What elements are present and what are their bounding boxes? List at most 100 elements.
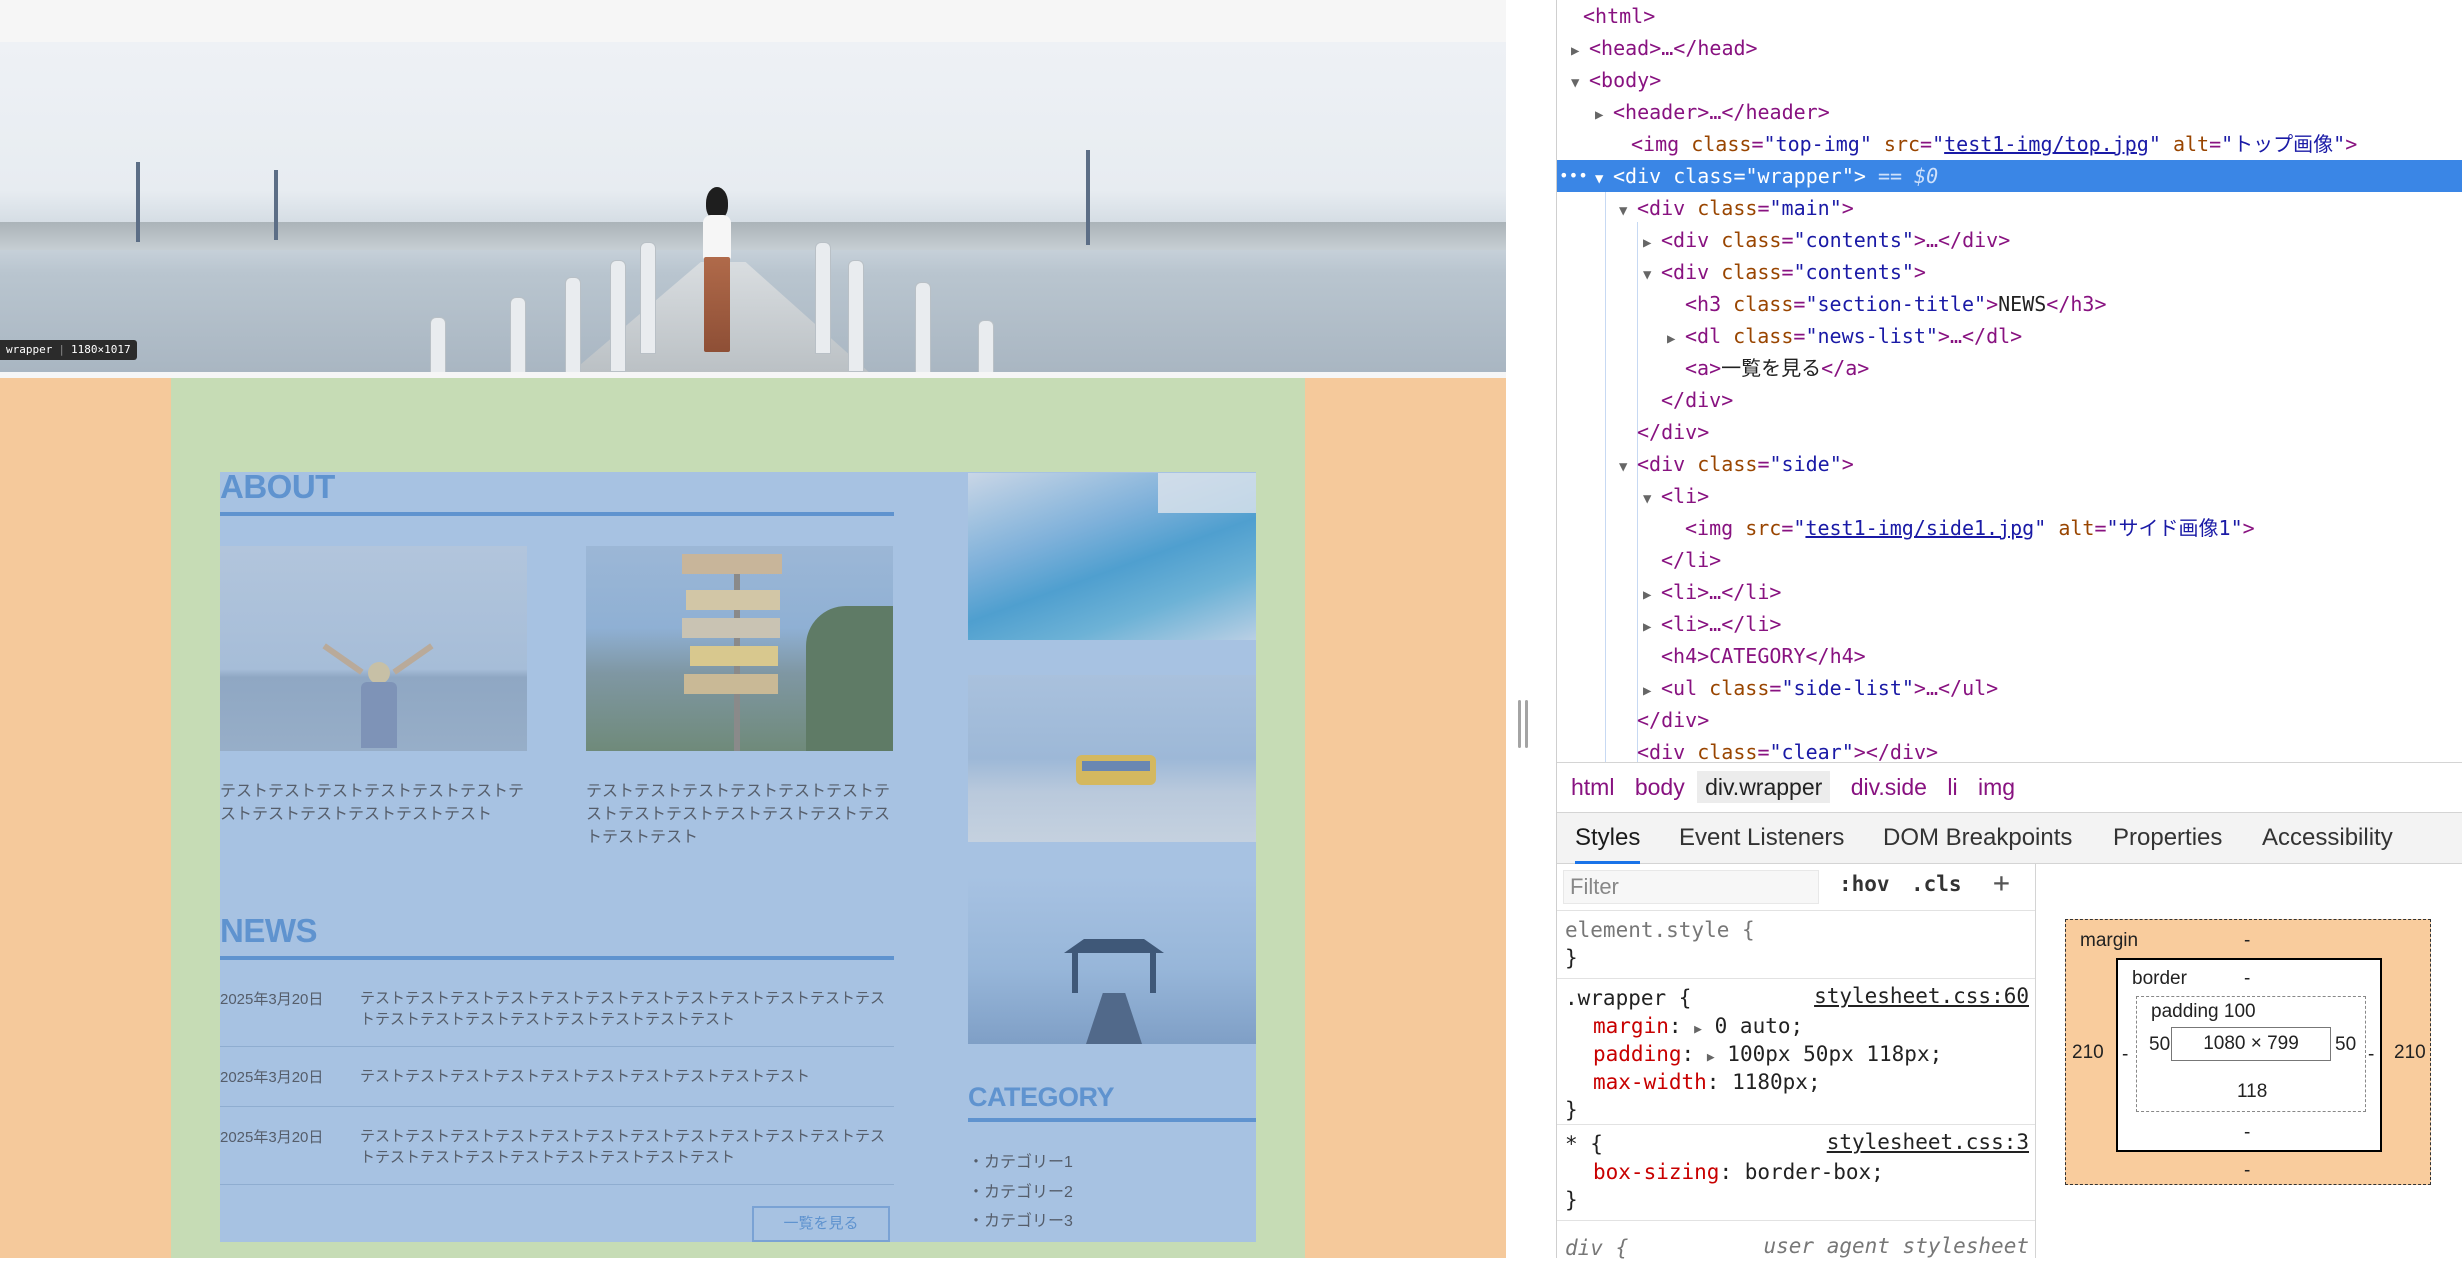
tab-properties[interactable]: Properties bbox=[2113, 813, 2222, 861]
margin-label: margin bbox=[2080, 930, 2139, 951]
expand-arrow-icon[interactable]: ▶ bbox=[1643, 611, 1661, 643]
tab-accessibility[interactable]: Accessibility bbox=[2262, 813, 2393, 861]
css-declaration[interactable]: padding: ▶ 100px 50px 118px; bbox=[1593, 1040, 1942, 1068]
padding-label: padding 100 bbox=[2151, 1001, 2256, 1022]
border-right-value[interactable]: - bbox=[2368, 1044, 2374, 1066]
rule-selector[interactable]: element.style { bbox=[1565, 916, 1755, 944]
dom-node-main[interactable]: ▼ <div class="main"> bbox=[1557, 192, 2462, 224]
dom-node-head[interactable]: ▶ <head>…</head> bbox=[1557, 32, 2462, 64]
new-rule-button[interactable]: + bbox=[1993, 866, 2010, 899]
dom-node-contents[interactable]: ▶ <div class="contents">…</div> bbox=[1557, 224, 2462, 256]
collapse-arrow-icon[interactable]: ▼ bbox=[1643, 483, 1661, 515]
dom-node-li[interactable]: ▼ <li> bbox=[1557, 480, 2462, 512]
box-model-border[interactable]: border - - - - padding 100 50 50 118 108… bbox=[2116, 958, 2382, 1152]
news-more-button[interactable]: 一覧を見る bbox=[752, 1206, 890, 1242]
box-model-margin[interactable]: margin - - 210 210 border - - - - paddin… bbox=[2065, 919, 2431, 1185]
collapse-arrow-icon[interactable]: ▼ bbox=[1571, 67, 1589, 99]
expand-arrow-icon[interactable]: ▶ bbox=[1595, 99, 1613, 131]
panel-resize-handle[interactable] bbox=[1518, 700, 1530, 748]
breadcrumb-item[interactable]: li bbox=[1947, 774, 1957, 800]
dom-src-link[interactable]: test1-img/side1.jpg bbox=[1805, 516, 2034, 540]
dom-node-clear[interactable]: <div class="clear"></div> bbox=[1557, 736, 2462, 762]
dom-close-div[interactable]: </div> bbox=[1557, 416, 2462, 448]
dom-attr-value: サイド画像1 bbox=[2118, 516, 2231, 540]
collapse-arrow-icon[interactable]: ▼ bbox=[1619, 451, 1637, 483]
box-model-padding[interactable]: padding 100 50 50 118 1080 × 799 bbox=[2136, 996, 2366, 1112]
css-declaration[interactable]: margin: ▶ 0 auto; bbox=[1593, 1012, 1803, 1040]
dom-node-html[interactable]: <html> bbox=[1557, 0, 2462, 32]
dom-close-div[interactable]: </div> bbox=[1557, 384, 2462, 416]
dom-node-h4[interactable]: <h4>CATEGORY</h4> bbox=[1557, 640, 2462, 672]
dom-node-side-img[interactable]: <img src="test1-img/side1.jpg" alt="サイド画… bbox=[1557, 512, 2462, 544]
collapse-arrow-icon[interactable]: ▼ bbox=[1619, 195, 1637, 227]
dom-attr-value: news-list bbox=[1817, 324, 1926, 348]
breadcrumb-item[interactable]: html bbox=[1571, 774, 1614, 800]
dom-text: </div> bbox=[1637, 708, 1710, 732]
expand-arrow-icon[interactable]: ▶ bbox=[1643, 227, 1661, 259]
dom-node-li[interactable]: ▶ <li>…</li> bbox=[1557, 608, 2462, 640]
news-item[interactable]: 2025年3月20日 テストテストテストテストテストテストテストテストテストテス… bbox=[220, 1066, 894, 1107]
rule-selector[interactable]: * { bbox=[1565, 1130, 1603, 1158]
dom-close-div[interactable]: </div> bbox=[1557, 704, 2462, 736]
dom-close-li[interactable]: </li> bbox=[1557, 544, 2462, 576]
news-item[interactable]: 2025年3月20日 テストテストテストテストテストテストテストテストテストテス… bbox=[220, 988, 894, 1047]
hover-state-toggle[interactable]: :hov bbox=[1839, 872, 1890, 896]
css-declaration[interactable]: max-width: 1180px; bbox=[1593, 1068, 1821, 1096]
margin-right-value[interactable]: 210 bbox=[2394, 1042, 2426, 1064]
breadcrumb-item[interactable]: body bbox=[1635, 774, 1685, 800]
breadcrumb-item-current[interactable]: div.wrapper bbox=[1697, 771, 1831, 803]
expand-arrow-icon[interactable]: ▶ bbox=[1643, 579, 1661, 611]
news-item[interactable]: 2025年3月20日 テストテストテストテストテストテストテストテストテストテス… bbox=[220, 1126, 894, 1185]
dom-text: <html> bbox=[1583, 4, 1656, 28]
border-bottom-value[interactable]: - bbox=[2244, 1122, 2250, 1144]
filter-input[interactable]: Filter bbox=[1563, 870, 1819, 904]
dom-src-link[interactable]: test1-img/top.jpg bbox=[1944, 132, 2149, 156]
rule-source-link[interactable]: stylesheet.css:60 bbox=[1814, 984, 2029, 1008]
more-icon[interactable]: ••• bbox=[1559, 160, 1588, 192]
dom-node-side-list[interactable]: ▶ <ul class="side-list">…</ul> bbox=[1557, 672, 2462, 704]
border-left-value[interactable]: - bbox=[2122, 1044, 2128, 1066]
breadcrumb-item[interactable]: img bbox=[1978, 774, 2015, 800]
dom-node-section-title[interactable]: <h3 class="section-title">NEWS</h3> bbox=[1557, 288, 2462, 320]
padding-bottom-value[interactable]: 118 bbox=[2237, 1081, 2267, 1103]
border-top-value[interactable]: - bbox=[2244, 968, 2250, 990]
margin-top-value[interactable]: - bbox=[2244, 930, 2250, 952]
breadcrumb-item[interactable]: div.side bbox=[1851, 774, 1927, 800]
dom-node-contents[interactable]: ▼ <div class="contents"> bbox=[1557, 256, 2462, 288]
rule-source-link[interactable]: stylesheet.css:3 bbox=[1827, 1130, 2029, 1154]
collapse-arrow-icon[interactable]: ▼ bbox=[1595, 163, 1613, 195]
category-item[interactable]: ・カテゴリー2 bbox=[968, 1178, 1073, 1202]
box-model-content-size[interactable]: 1080 × 799 bbox=[2171, 1027, 2331, 1061]
expand-arrow-icon[interactable]: ▶ bbox=[1667, 323, 1685, 355]
class-toggle[interactable]: .cls bbox=[1911, 872, 1962, 896]
margin-left-value[interactable]: 210 bbox=[2072, 1042, 2104, 1064]
dom-node-header[interactable]: ▶ <header>…</header> bbox=[1557, 96, 2462, 128]
dom-text: <li>…</li> bbox=[1661, 612, 1782, 636]
collapse-arrow-icon[interactable]: ▼ bbox=[1643, 259, 1661, 291]
css-declaration[interactable]: box-sizing: border-box; bbox=[1593, 1158, 1884, 1186]
dom-node-news-list[interactable]: ▶ <dl class="news-list">…</dl> bbox=[1557, 320, 2462, 352]
dom-attr-value: contents bbox=[1805, 228, 1902, 252]
dom-node-anchor[interactable]: <a>一覧を見る</a> bbox=[1557, 352, 2462, 384]
dom-node-wrapper-selected[interactable]: ••• ▼ <div class="wrapper"> == $0 bbox=[1557, 160, 2462, 192]
tab-styles[interactable]: Styles bbox=[1575, 813, 1641, 864]
news-date: 2025年3月20日 bbox=[220, 991, 324, 1008]
top-image bbox=[0, 42, 1506, 372]
padding-right-value[interactable]: 50 bbox=[2335, 1034, 2356, 1056]
tab-dom-breakpoints[interactable]: DOM Breakpoints bbox=[1883, 813, 2072, 861]
dom-node-top-img[interactable]: <img class="top-img" src="test1-img/top.… bbox=[1557, 128, 2462, 160]
expand-arrow-icon[interactable]: ▶ bbox=[1643, 675, 1661, 707]
news-text: テストテストテストテストテストテストテストテストテストテスト bbox=[360, 1068, 811, 1085]
dom-node-side[interactable]: ▼ <div class="side"> bbox=[1557, 448, 2462, 480]
element-style-rule: element.style { } bbox=[1557, 910, 2035, 979]
tab-event-listeners[interactable]: Event Listeners bbox=[1679, 813, 1844, 861]
category-item[interactable]: ・カテゴリー3 bbox=[968, 1207, 1073, 1231]
padding-left-value[interactable]: 50 bbox=[2149, 1034, 2170, 1056]
dom-node-body[interactable]: ▼ <body> bbox=[1557, 64, 2462, 96]
dom-node-li[interactable]: ▶ <li>…</li> bbox=[1557, 576, 2462, 608]
margin-bottom-value[interactable]: - bbox=[2244, 1160, 2250, 1182]
rule-selector[interactable]: .wrapper { bbox=[1565, 984, 1691, 1012]
hero-post bbox=[640, 242, 656, 354]
category-item[interactable]: ・カテゴリー1 bbox=[968, 1148, 1073, 1172]
expand-arrow-icon[interactable]: ▶ bbox=[1571, 35, 1589, 67]
